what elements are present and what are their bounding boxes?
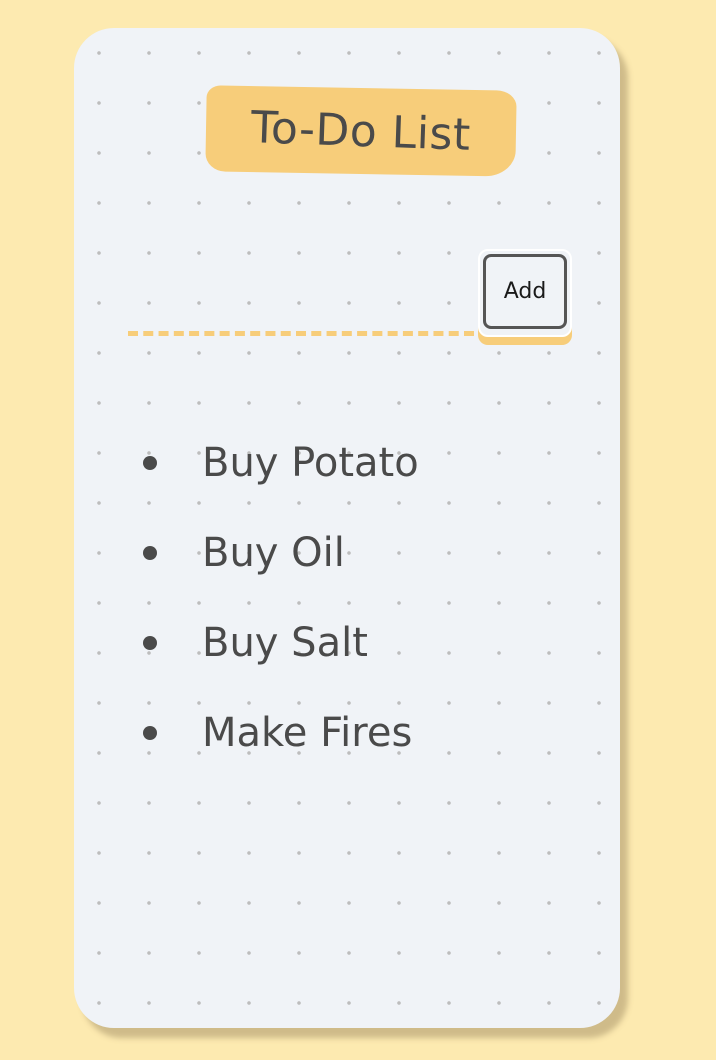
add-button-face: Add bbox=[483, 254, 567, 329]
task-label: Buy Salt bbox=[202, 620, 368, 666]
bullet-icon bbox=[143, 456, 157, 470]
task-input[interactable] bbox=[128, 290, 478, 330]
bullet-icon bbox=[143, 636, 157, 650]
add-button-label: Add bbox=[503, 279, 547, 304]
bullet-icon bbox=[143, 546, 157, 560]
task-label: Buy Potato bbox=[202, 440, 419, 486]
todo-card: To-Do List Add Buy Potato Buy Oil Buy Sa… bbox=[74, 28, 620, 1028]
task-label: Make Fires bbox=[202, 710, 413, 756]
add-button[interactable]: Add bbox=[478, 249, 572, 337]
bullet-icon bbox=[143, 726, 157, 740]
input-underline bbox=[128, 331, 474, 336]
task-label: Buy Oil bbox=[202, 530, 345, 576]
page-title: To-Do List bbox=[250, 101, 472, 161]
title-banner: To-Do List bbox=[205, 85, 517, 177]
